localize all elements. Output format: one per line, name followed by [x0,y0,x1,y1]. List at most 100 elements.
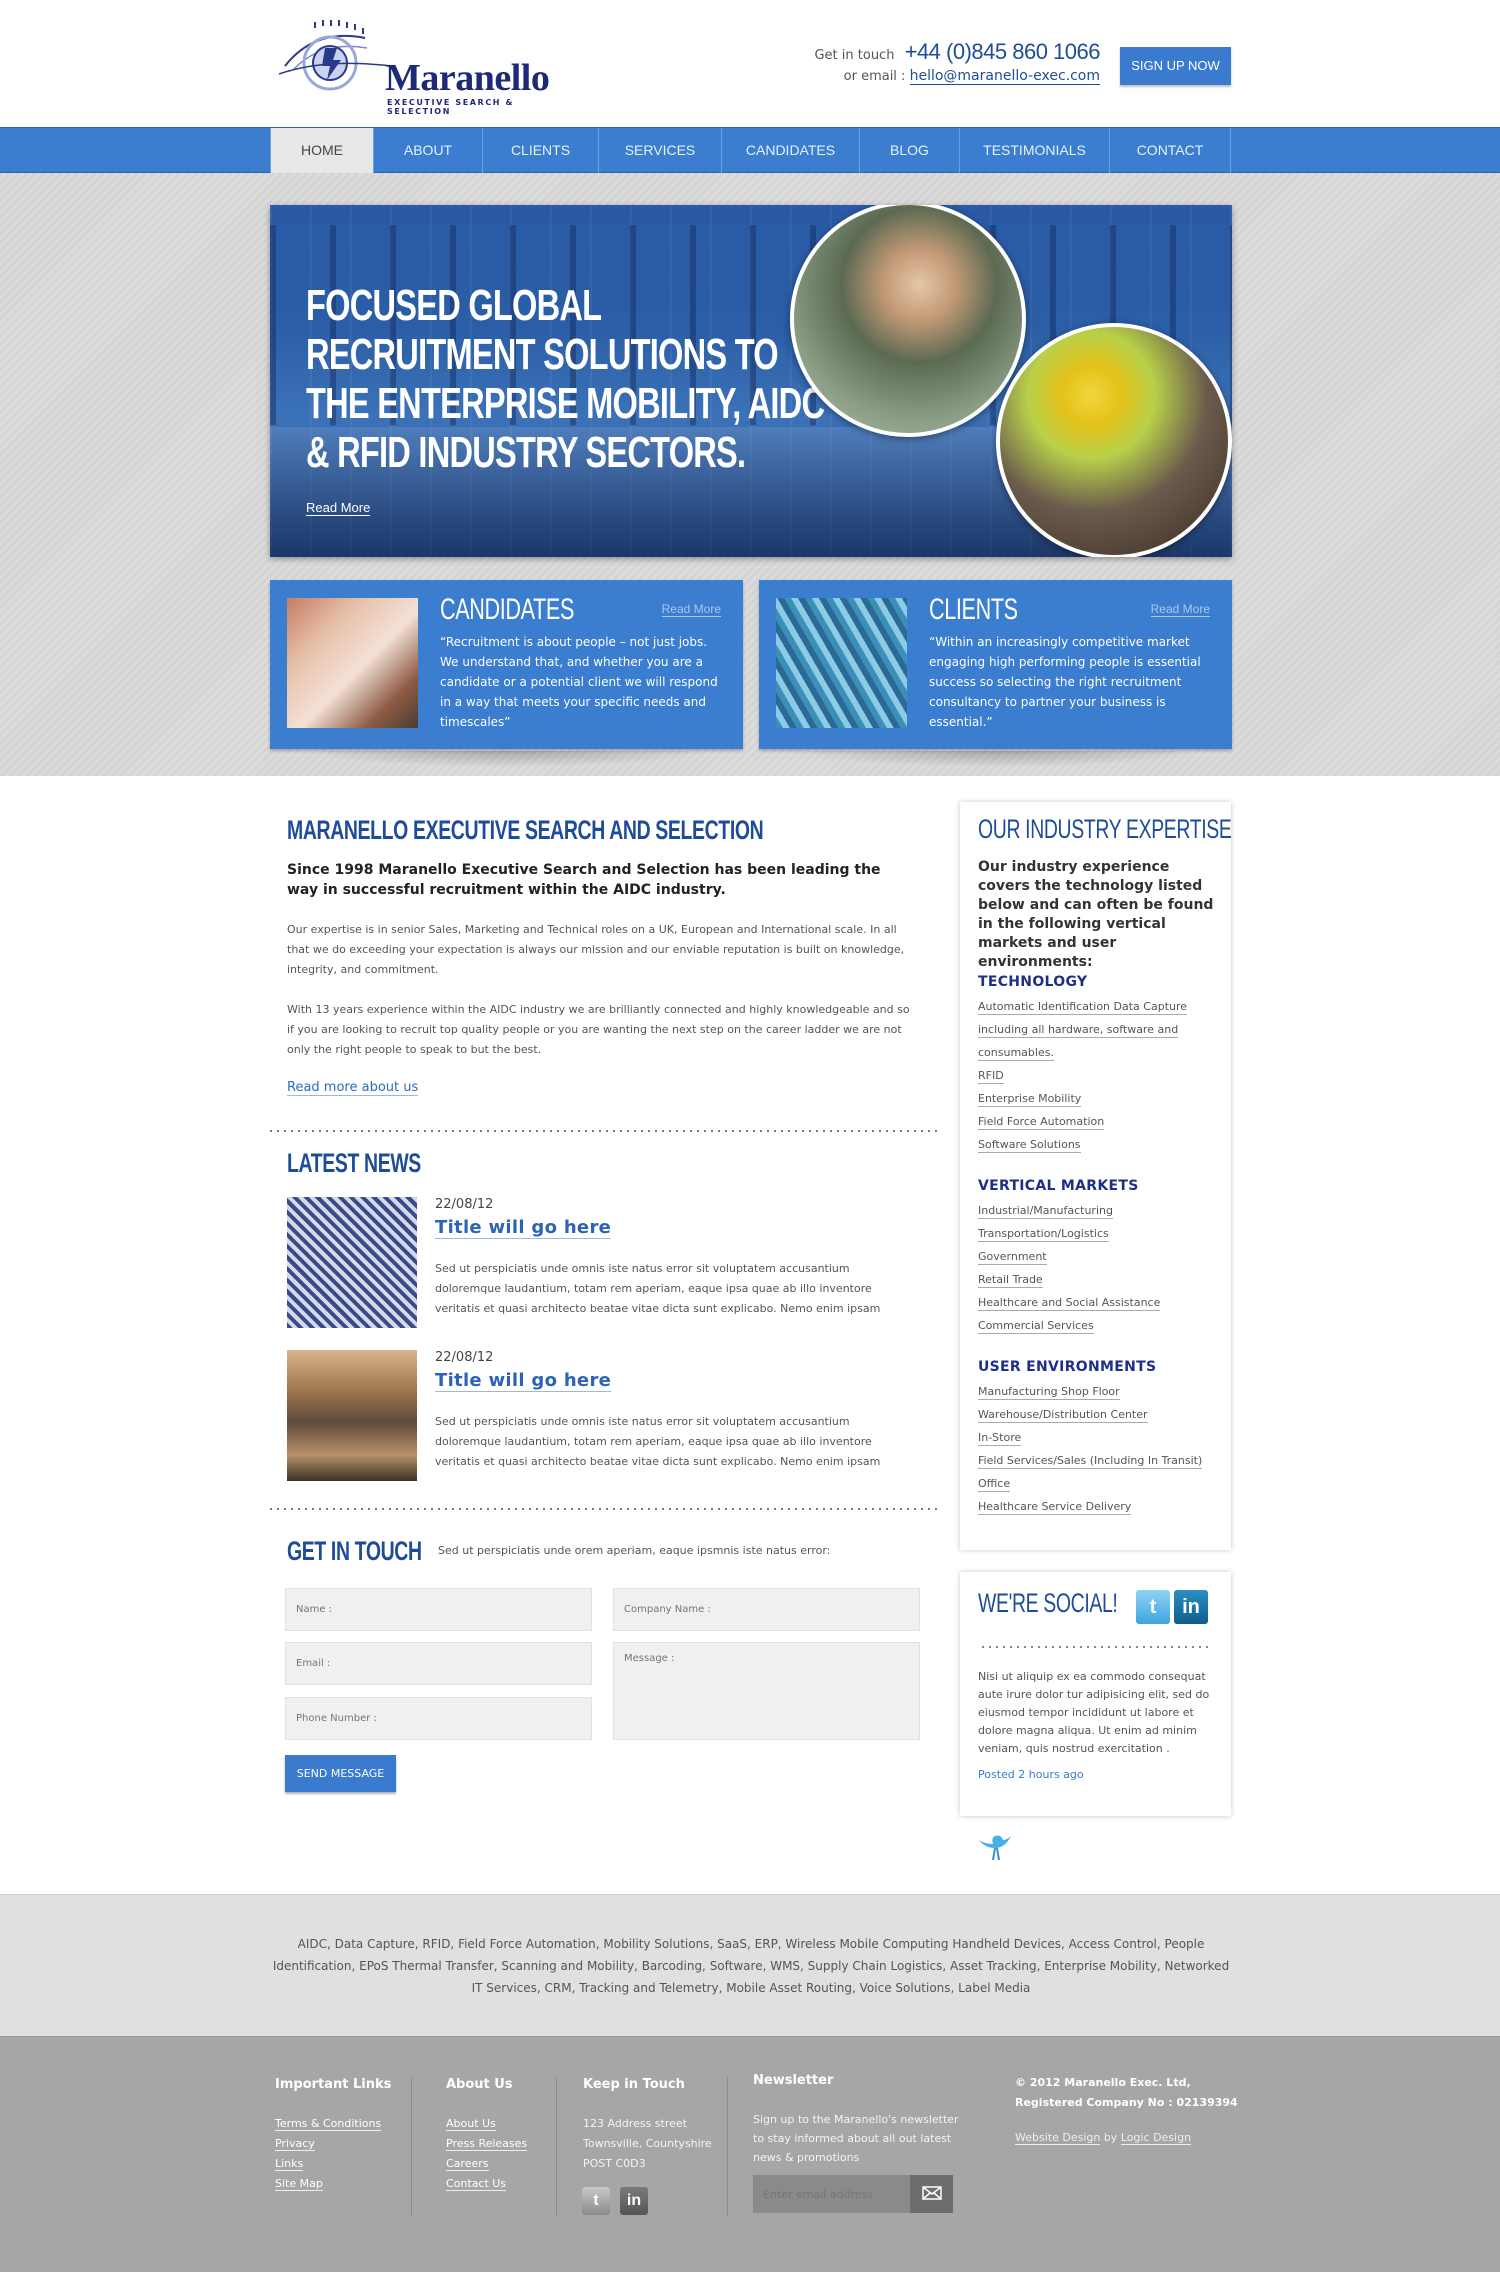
twitter-bird-icon [979,1835,1011,1861]
footer-link[interactable]: Terms & Conditions [275,2114,391,2134]
technology-list: Automatic Identification Data Capture in… [978,995,1218,1156]
user-environments-list: Manufacturing Shop Floor Warehouse/Distr… [978,1380,1218,1518]
brand-logo[interactable]: Maranello EXECUTIVE SEARCH & SELECTION [275,18,565,116]
logo-mark-icon [278,20,392,91]
linkedin-icon[interactable]: in [1174,1590,1208,1624]
footer-link[interactable]: Links [275,2154,391,2174]
expertise-link[interactable]: RFID [978,1064,1218,1087]
nav-label: SERVICES [624,142,696,158]
about-title: MARANELLO EXECUTIVE SEARCH AND SELECTION [287,815,764,845]
user-environments-heading: USER ENVIRONMENTS [978,1359,1157,1375]
footer-link[interactable]: Contact Us [446,2174,527,2194]
expertise-link[interactable]: Automatic Identification Data Capture [978,995,1218,1018]
candidates-title: CANDIDATES [440,593,575,626]
expertise-link[interactable]: consumables. [978,1041,1218,1064]
sign-up-button[interactable]: SIGN UP NOW [1120,47,1231,85]
message-field[interactable] [613,1642,920,1740]
expertise-link[interactable]: Software Solutions [978,1133,1218,1156]
expertise-link[interactable]: Healthcare Service Delivery [978,1495,1218,1518]
expertise-link[interactable]: In-Store [978,1426,1218,1449]
design-credit-link[interactable]: Website Design [1015,2131,1101,2145]
expertise-link[interactable]: Industrial/Manufacturing [978,1199,1218,1222]
news-date: 22/08/12 [435,1197,494,1212]
nav-services[interactable]: SERVICES [599,128,722,173]
designer-link[interactable]: Logic Design [1120,2131,1192,2145]
news-date: 22/08/12 [435,1350,494,1365]
expertise-link[interactable]: Retail Trade [978,1268,1218,1291]
clients-photo [776,598,907,728]
newsletter-email-input[interactable] [753,2175,910,2213]
industry-expertise-panel: OUR INDUSTRY EXPERTISE Our industry expe… [960,802,1232,1550]
candidates-promo: CANDIDATES Read More “Recruitment is abo… [270,580,743,767]
expertise-link[interactable]: Commercial Services [978,1314,1218,1337]
clients-title: CLIENTS [929,593,1018,626]
tweet-time-link[interactable]: Posted 2 hours ago [978,1768,1084,1781]
nav-clients[interactable]: CLIENTS [483,128,599,173]
footer-heading: Important Links [275,2077,392,2092]
expertise-link[interactable]: Manufacturing Shop Floor [978,1380,1218,1403]
expertise-link[interactable]: Field Services/Sales (Including In Trans… [978,1449,1218,1472]
footer-link[interactable]: Press Releases [446,2134,528,2154]
email-link[interactable]: hello@maranello-exec.com [909,68,1100,85]
footer-linkedin-icon[interactable]: in [620,2187,648,2215]
company-field[interactable] [613,1588,920,1631]
footer-link[interactable]: Careers [446,2154,527,2174]
clients-promo: CLIENTS Read More “Within an increasingl… [759,580,1232,767]
candidates-read-more-link[interactable]: Read More [661,602,721,617]
site-footer: Important Links Terms & Conditions Priva… [0,2036,1500,2272]
candidates-photo [287,598,418,728]
site-header: Maranello EXECUTIVE SEARCH & SELECTION G… [0,0,1500,127]
expertise-link[interactable]: Healthcare and Social Assistance [978,1291,1218,1314]
expertise-link[interactable]: Field Force Automation [978,1110,1218,1133]
newsletter-submit-button[interactable] [910,2175,953,2213]
dotted-divider [270,1508,940,1510]
email-label: or email : [843,69,906,84]
phone-field[interactable] [285,1697,592,1740]
footer-link[interactable]: Privacy [275,2134,391,2154]
nav-label: TESTIMONIALS [983,142,1086,158]
nav-testimonials[interactable]: TESTIMONIALS [960,128,1110,173]
footer-heading: About Us [446,2077,513,2092]
expertise-link[interactable]: Office [978,1472,1218,1495]
news-item: 22/08/12 Title will go here Sed ut persp… [287,1197,927,1329]
nav-contact[interactable]: CONTACT [1110,128,1231,173]
email-field[interactable] [285,1642,592,1685]
about-lead: Since 1998 Maranello Executive Search an… [287,862,881,898]
news-thumbnail[interactable] [287,1197,417,1328]
name-field[interactable] [285,1588,592,1631]
keyword-list: AIDC, Data Capture, RFID, Field Force Au… [272,1937,1230,1995]
footer-heading: Keep in Touch [583,2077,685,2092]
expertise-link[interactable]: Government [978,1245,1218,1268]
read-more-about-link[interactable]: Read more about us [287,1080,419,1096]
nav-label: HOME [301,142,343,158]
expertise-title: OUR INDUSTRY EXPERTISE [978,814,1232,844]
expertise-link[interactable]: Warehouse/Distribution Center [978,1403,1218,1426]
footer-legal: © 2012 Maranello Exec. Ltd, Registered C… [1015,2073,1238,2145]
copyright-text: © 2012 Maranello Exec. Ltd, [1015,2076,1191,2089]
send-message-button[interactable]: SEND MESSAGE [285,1755,396,1792]
nav-candidates[interactable]: CANDIDATES [722,128,860,173]
news-title-link[interactable]: Title will go here [435,1370,612,1392]
twitter-icon[interactable]: t [1136,1590,1170,1624]
news-thumbnail[interactable] [287,1350,417,1481]
hero-banner: FOCUSED GLOBAL RECRUITMENT SOLUTIONS TO … [270,205,1232,557]
envelope-icon [921,2185,942,2200]
nav-home[interactable]: HOME [270,128,374,173]
design-credit: Website Design by Logic Design [1015,2131,1238,2145]
nav-blog[interactable]: BLOG [860,128,960,173]
footer-link[interactable]: About Us [446,2114,527,2134]
footer-link[interactable]: Site Map [275,2174,391,2194]
expertise-link[interactable]: Enterprise Mobility [978,1087,1218,1110]
news-excerpt: Sed ut perspiciatis unde omnis iste natu… [435,1262,881,1315]
footer-twitter-icon[interactable]: t [582,2187,610,2215]
nav-about[interactable]: ABOUT [374,128,483,173]
expertise-link[interactable]: Transportation/Logistics [978,1222,1218,1245]
clients-read-more-link[interactable]: Read More [1150,602,1210,617]
expertise-link[interactable]: including all hardware, software and [978,1018,1218,1041]
news-excerpt: Sed ut perspiciatis unde omnis iste natu… [435,1415,881,1468]
footer-about-us: About Us About Us Press Releases Careers… [446,2077,528,2194]
hero-read-more-link[interactable]: Read More [306,500,371,516]
phone-link[interactable]: +44 (0)845 860 1066 [905,39,1101,64]
news-title-link[interactable]: Title will go here [435,1217,612,1239]
get-in-touch-label: Get in touch [814,48,895,63]
